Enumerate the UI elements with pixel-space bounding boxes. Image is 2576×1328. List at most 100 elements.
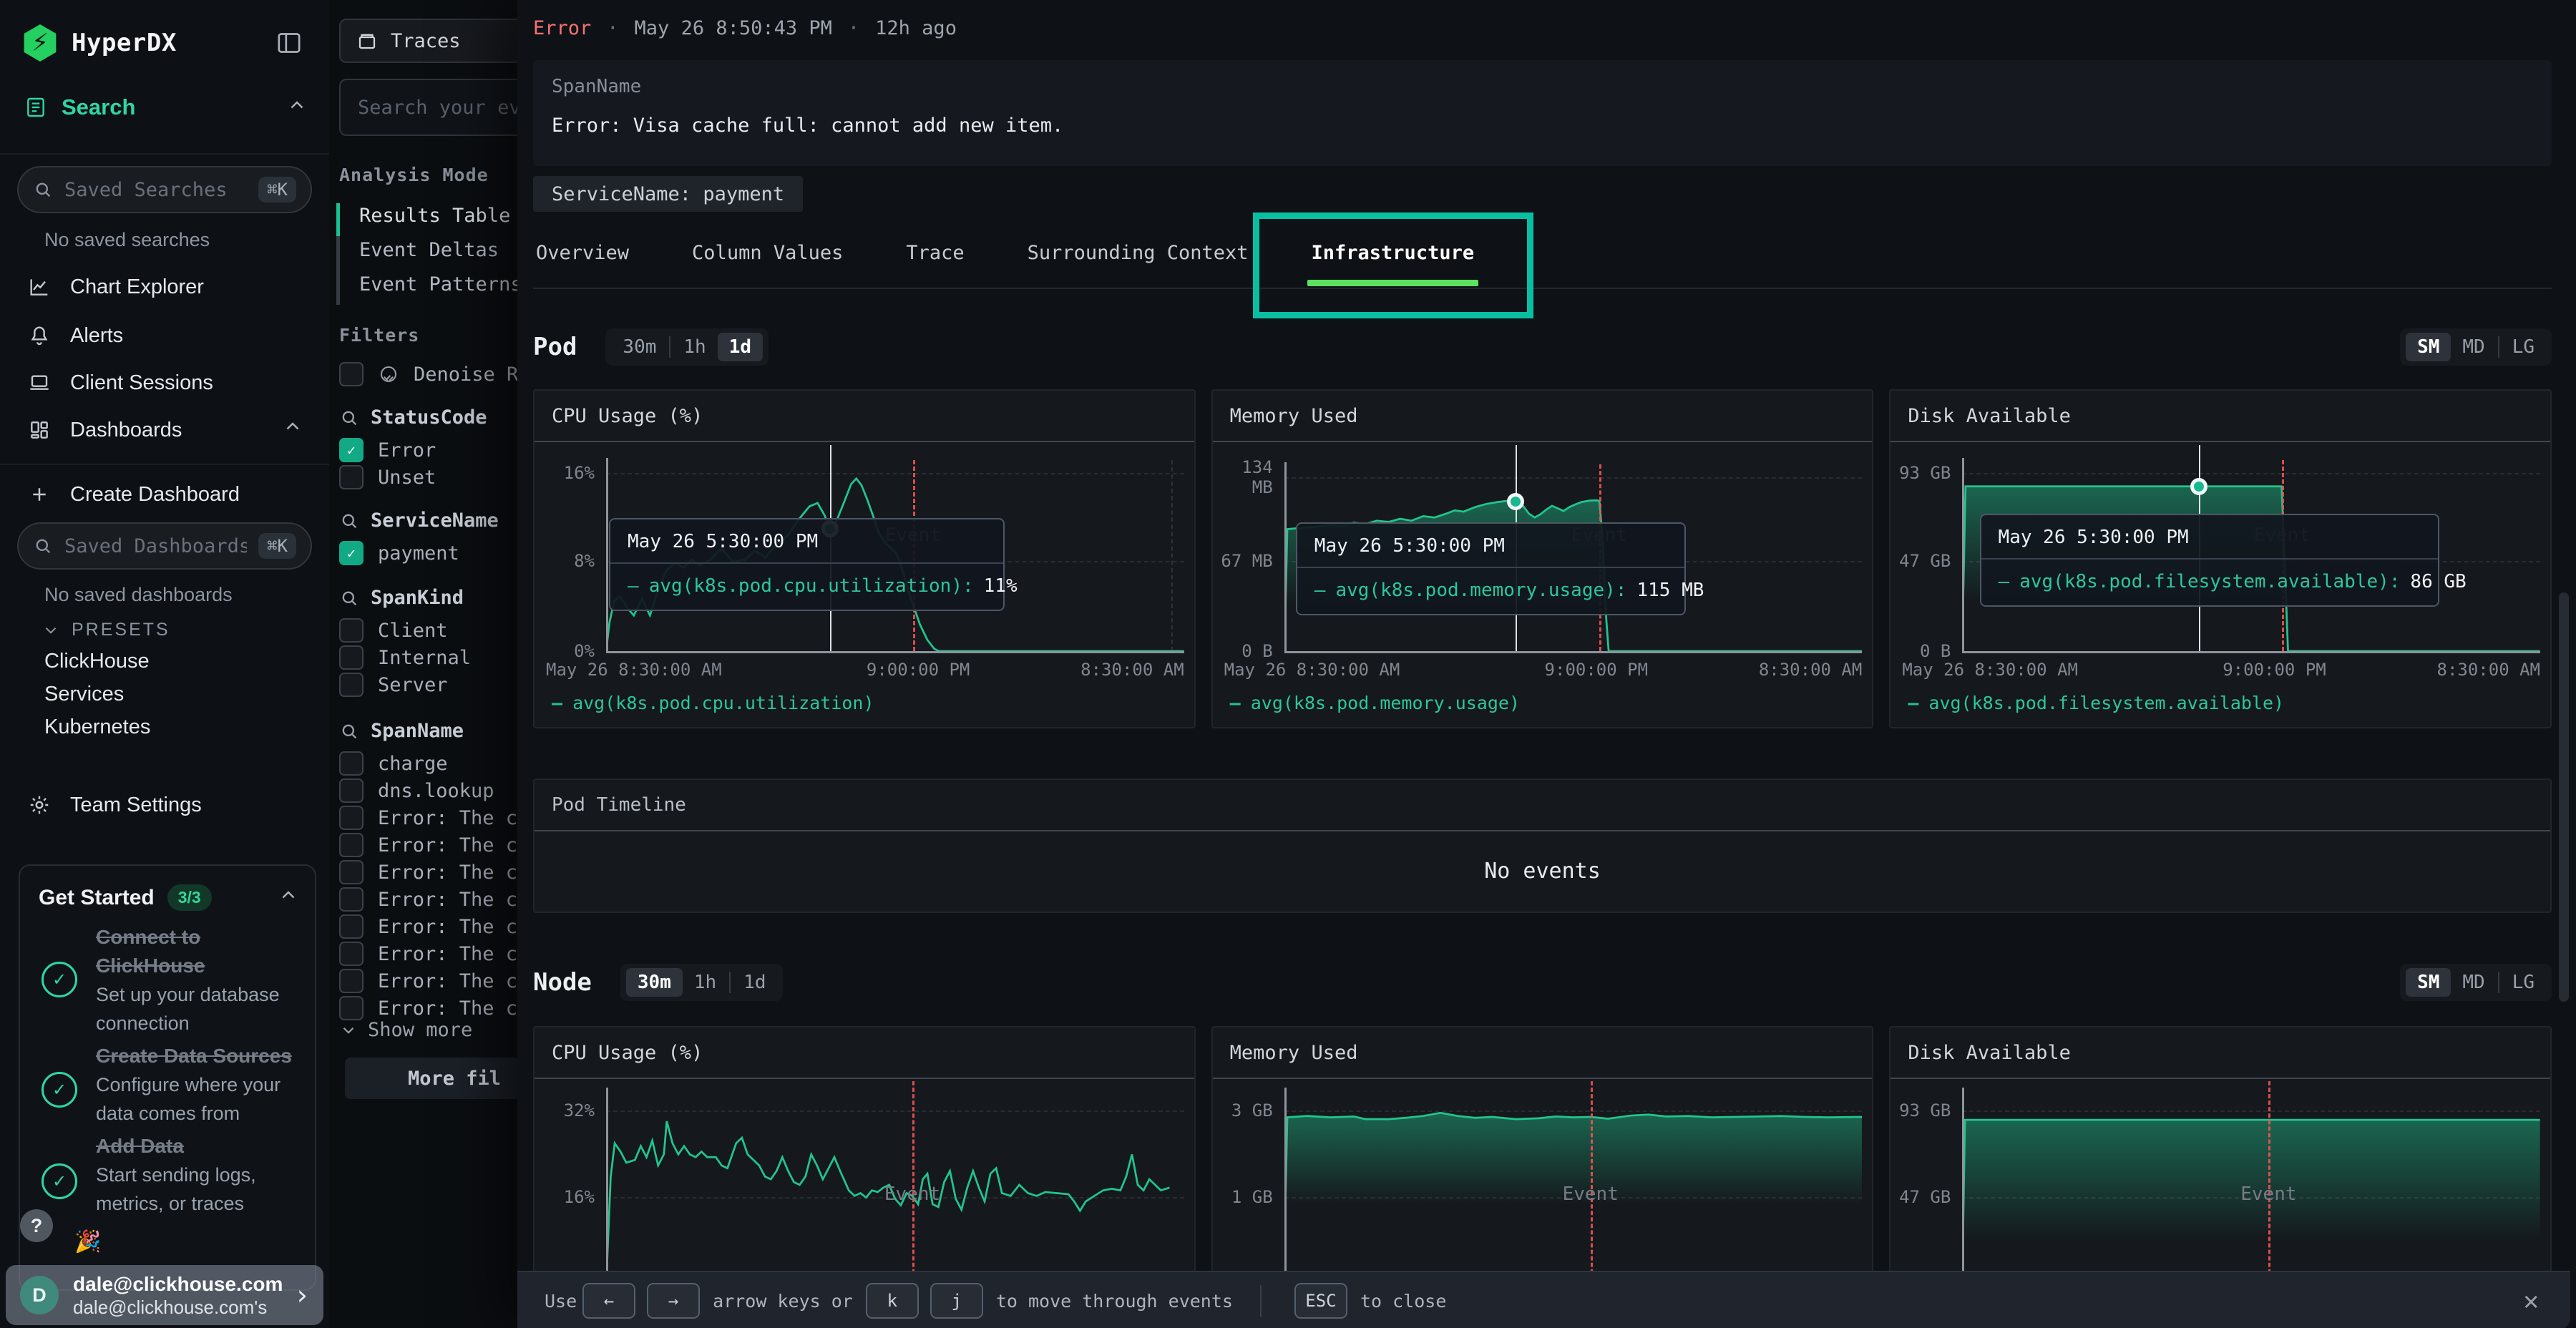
checkbox[interactable] xyxy=(339,860,364,884)
scrollbar-thumb[interactable] xyxy=(2559,592,2569,1002)
filter-option[interactable]: Error: The cr xyxy=(339,914,517,939)
chevron-up-icon[interactable] xyxy=(278,885,299,910)
node-range-1h[interactable]: 1h xyxy=(683,968,728,997)
pod-range-30m[interactable]: 30m xyxy=(611,333,668,361)
filter-option[interactable]: Error: The cr xyxy=(339,833,517,857)
filter-option[interactable]: Client xyxy=(339,618,448,643)
create-dashboard-button[interactable]: Create Dashboard xyxy=(0,474,329,515)
checkbox[interactable] xyxy=(339,833,364,857)
checkbox[interactable] xyxy=(339,969,364,993)
chart-plot[interactable]: 16%8%0% EventMay 26 5:30:00 PM—avg(k8s.p… xyxy=(535,441,1194,655)
filter-option[interactable]: Error: The cr xyxy=(339,969,517,993)
sidebar-item-dashboards[interactable]: Dashboards xyxy=(0,409,329,451)
checkbox[interactable]: ✓ xyxy=(339,438,364,462)
checkbox[interactable] xyxy=(339,806,364,830)
service-name-chip[interactable]: ServiceName: payment xyxy=(533,176,803,212)
checkbox[interactable] xyxy=(339,465,364,489)
search-icon[interactable] xyxy=(339,408,359,428)
denoise-checkbox[interactable] xyxy=(339,362,364,386)
pod-size-md[interactable]: MD xyxy=(2451,333,2496,361)
arrow-right-key[interactable]: → xyxy=(647,1283,700,1319)
chart-plot[interactable]: 134 MB67 MB0 B EventMay 26 5:30:00 PM—av… xyxy=(1213,441,1873,655)
filter-option[interactable]: charge xyxy=(339,751,448,776)
show-more-button[interactable]: Show more xyxy=(339,1019,472,1041)
search-icon[interactable] xyxy=(339,511,359,531)
analysis-mode-results-table[interactable]: Results Table xyxy=(359,205,510,227)
pod-size-lg[interactable]: LG xyxy=(2501,333,2546,361)
chart-legend[interactable]: — avg(k8s.pod.cpu.utilization) xyxy=(552,693,874,713)
node-size-sm[interactable]: SM xyxy=(2406,968,2451,997)
checkbox[interactable] xyxy=(339,942,364,966)
chart-legend[interactable]: — avg(k8s.pod.filesystem.available) xyxy=(1908,693,2284,713)
node-size-md[interactable]: MD xyxy=(2451,968,2496,997)
chart-legend[interactable]: — avg(k8s.pod.memory.usage) xyxy=(1230,693,1520,713)
filter-option[interactable]: Error: The cr xyxy=(339,996,517,1020)
k-key[interactable]: k xyxy=(866,1283,919,1319)
checkbox[interactable] xyxy=(339,618,364,643)
node-range-30m[interactable]: 30m xyxy=(626,968,683,997)
node-range-1d[interactable]: 1d xyxy=(732,968,777,997)
checkbox[interactable] xyxy=(339,914,364,939)
filter-option[interactable]: Error: The cr xyxy=(339,860,517,884)
analysis-mode-event-patterns[interactable]: Event Patterns xyxy=(359,273,517,296)
tab-trace[interactable]: Trace xyxy=(903,220,967,286)
more-filters-button[interactable]: More fil xyxy=(345,1058,517,1099)
sidebar-item-client-sessions[interactable]: Client Sessions xyxy=(0,362,329,404)
chevron-up-icon[interactable] xyxy=(286,95,308,120)
tab-surrounding-context[interactable]: Surrounding Context xyxy=(1025,220,1252,286)
analysis-mode-event-deltas[interactable]: Event Deltas xyxy=(359,239,499,261)
checkbox[interactable] xyxy=(339,778,364,803)
saved-dashboards-field[interactable] xyxy=(63,534,248,558)
node-size-lg[interactable]: LG xyxy=(2501,968,2546,997)
preset-clickhouse[interactable]: ClickHouse xyxy=(44,650,150,673)
j-key[interactable]: j xyxy=(930,1283,983,1319)
sidebar-item-label: Chart Explorer xyxy=(70,275,204,299)
tab-column-values[interactable]: Column Values xyxy=(689,220,846,286)
checkbox[interactable] xyxy=(339,645,364,670)
tab-infrastructure[interactable]: Infrastructure xyxy=(1309,220,1478,286)
chart-title: Memory Used xyxy=(1230,1042,1358,1064)
user-menu[interactable]: D dale@clickhouse.com dale@clickhouse.co… xyxy=(6,1265,323,1325)
pod-size-sm[interactable]: SM xyxy=(2406,333,2451,361)
filter-option[interactable]: Unset xyxy=(339,465,436,489)
denoise-toggle[interactable]: Denoise Re xyxy=(339,362,517,386)
checkbox[interactable] xyxy=(339,673,364,697)
filter-option[interactable]: dns.lookup xyxy=(339,778,494,803)
presets-toggle[interactable]: PRESETS xyxy=(42,620,170,640)
event-search-input[interactable] xyxy=(356,96,517,119)
preset-kubernetes[interactable]: Kubernetes xyxy=(44,716,150,739)
filter-option[interactable]: Error: The cr xyxy=(339,887,517,912)
esc-key[interactable]: ESC xyxy=(1294,1283,1347,1319)
checkbox[interactable] xyxy=(339,887,364,912)
tab-overview[interactable]: Overview xyxy=(533,220,632,286)
preset-services[interactable]: Services xyxy=(44,683,124,706)
filter-option[interactable]: Error: The cr xyxy=(339,806,517,830)
saved-dashboards-input[interactable]: ⌘K xyxy=(17,522,312,570)
checkbox[interactable] xyxy=(339,996,364,1020)
checkbox[interactable]: ✓ xyxy=(339,541,364,565)
filter-option[interactable]: Server xyxy=(339,673,448,697)
saved-searches-field[interactable] xyxy=(63,178,248,202)
filter-option[interactable]: ✓Error xyxy=(339,438,436,462)
event-search-box[interactable] xyxy=(339,79,517,136)
pod-range-1d[interactable]: 1d xyxy=(718,333,763,361)
pod-range-1h[interactable]: 1h xyxy=(672,333,717,361)
sidebar-item-chart-explorer[interactable]: Chart Explorer xyxy=(0,266,329,308)
filter-option[interactable]: ✓payment xyxy=(339,541,459,565)
help-button[interactable]: ? xyxy=(20,1209,53,1242)
search-icon[interactable] xyxy=(339,721,359,741)
filter-option[interactable]: Internal xyxy=(339,645,471,670)
arrow-left-key[interactable]: ← xyxy=(582,1283,635,1319)
filter-option[interactable]: Error: The cr xyxy=(339,942,517,966)
checkbox[interactable] xyxy=(339,751,364,776)
sidebar-item-team-settings[interactable]: Team Settings xyxy=(0,784,329,826)
sidebar-collapse-icon[interactable] xyxy=(275,29,303,61)
saved-searches-input[interactable]: ⌘K xyxy=(17,166,312,213)
brand[interactable]: ⚡ HyperDX xyxy=(21,24,177,62)
close-icon[interactable]: ✕ xyxy=(2523,1272,2539,1328)
search-icon[interactable] xyxy=(339,588,359,608)
chart-plot[interactable]: 93 GB47 GB0 B EventMay 26 5:30:00 PM—avg… xyxy=(1890,441,2550,655)
sidebar-item-search[interactable]: Search xyxy=(24,94,308,120)
source-select[interactable]: Traces xyxy=(339,19,517,63)
sidebar-item-alerts[interactable]: Alerts xyxy=(0,315,329,356)
